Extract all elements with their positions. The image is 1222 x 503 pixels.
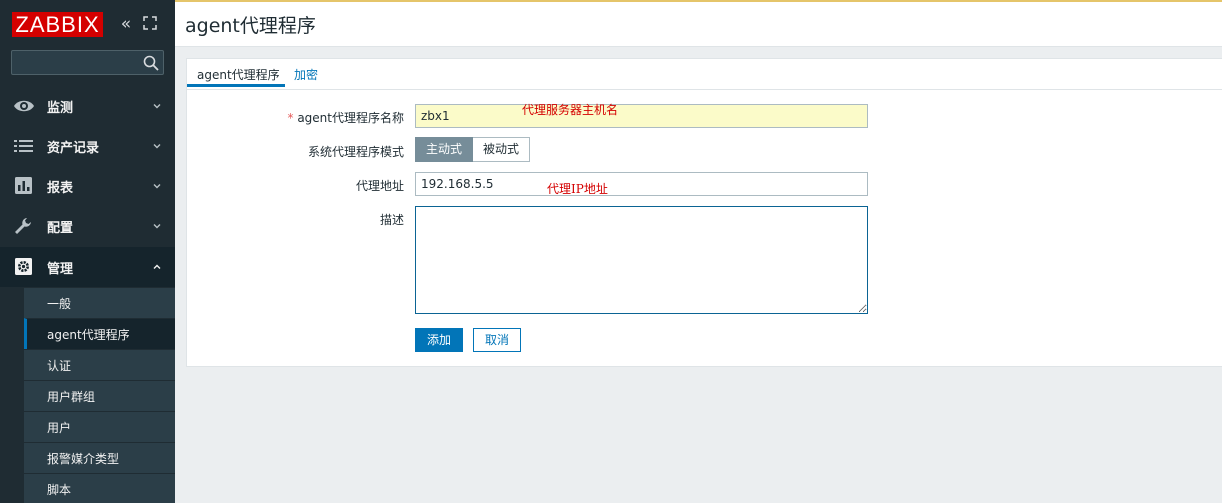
- menu-label: 配置: [47, 221, 74, 236]
- submenu-label: 用户: [47, 421, 72, 435]
- menu-item-administration[interactable]: 管理: [0, 247, 175, 287]
- add-button[interactable]: 添加: [415, 328, 463, 352]
- address-annotation: 代理IP地址: [547, 182, 608, 196]
- proxy-address-input[interactable]: [415, 172, 868, 196]
- sidebar: ZABBIX « 监测 资产记录 报表 配置 管理 一般 agent代理程序 认…: [0, 0, 175, 503]
- menu-label: 报表: [47, 181, 74, 196]
- chevron-down-icon: [153, 224, 161, 229]
- list-icon: [14, 140, 33, 152]
- page-title: agent代理程序: [185, 15, 316, 37]
- tab-bar: agent代理程序 加密: [187, 59, 1222, 90]
- gear-icon: [15, 258, 32, 275]
- search-input[interactable]: [16, 53, 136, 72]
- chevron-up-icon: [153, 264, 161, 269]
- search-icon[interactable]: [143, 55, 159, 71]
- submenu-label: 用户群组: [47, 390, 96, 404]
- submenu-item-proxies[interactable]: agent代理程序: [24, 318, 175, 349]
- tab-proxy[interactable]: agent代理程序: [187, 66, 285, 87]
- tab-encryption[interactable]: 加密: [294, 66, 318, 83]
- administration-submenu: 一般 agent代理程序 认证 用户群组 用户 报警媒介类型 脚本: [24, 287, 175, 503]
- menu-label: 管理: [47, 262, 74, 277]
- bar-chart-icon: [15, 177, 32, 194]
- proxy-name-label-text: agent代理程序名称: [297, 111, 404, 125]
- logo-row: ZABBIX «: [0, 0, 175, 48]
- cancel-button[interactable]: 取消: [473, 328, 521, 352]
- description-label: 描述: [379, 213, 404, 227]
- menu-item-configuration[interactable]: 配置: [0, 206, 175, 246]
- name-annotation: 代理服务器主机名: [522, 103, 619, 117]
- submenu-item-users[interactable]: 用户: [24, 411, 175, 442]
- menu-label: 资产记录: [47, 141, 100, 156]
- submenu-label: agent代理程序: [47, 328, 130, 342]
- submenu-item-media-types[interactable]: 报警媒介类型: [24, 442, 175, 473]
- mode-active-option[interactable]: 主动式: [415, 137, 474, 162]
- page-header: agent代理程序: [175, 0, 1222, 47]
- chevron-down-icon: [153, 184, 161, 189]
- submenu-item-authentication[interactable]: 认证: [24, 349, 175, 380]
- proxy-mode-label: 系统代理程序模式: [307, 145, 404, 159]
- submenu-label: 认证: [47, 359, 72, 373]
- proxy-name-label: * agent代理程序名称: [288, 109, 405, 126]
- zabbix-logo[interactable]: ZABBIX: [12, 12, 103, 37]
- chevron-down-icon: [153, 144, 161, 149]
- submenu-item-general[interactable]: 一般: [24, 287, 175, 318]
- wrench-icon: [15, 218, 31, 234]
- proxy-form-panel: agent代理程序 加密 * agent代理程序名称 系统代理程序模式 主动式 …: [186, 58, 1222, 367]
- menu-label: 监测: [47, 101, 74, 116]
- description-textarea[interactable]: [415, 206, 868, 314]
- submenu-item-user-groups[interactable]: 用户群组: [24, 380, 175, 411]
- submenu-item-scripts[interactable]: 脚本: [24, 473, 175, 503]
- proxy-mode-toggle: 主动式 被动式: [415, 137, 531, 162]
- submenu-label: 报警媒介类型: [47, 452, 120, 466]
- eye-icon: [14, 100, 34, 112]
- mode-passive-option[interactable]: 被动式: [473, 137, 531, 162]
- menu-item-inventory[interactable]: 资产记录: [0, 126, 175, 166]
- sidebar-search: [11, 50, 164, 75]
- submenu-label: 脚本: [47, 483, 72, 497]
- submenu-label: 一般: [47, 297, 72, 311]
- menu-item-reports[interactable]: 报表: [0, 166, 175, 206]
- menu-item-monitoring[interactable]: 监测: [0, 86, 175, 126]
- collapse-sidebar-icon[interactable]: «: [118, 15, 134, 33]
- chevron-down-icon: [153, 104, 161, 109]
- proxy-name-input[interactable]: [415, 104, 868, 128]
- required-mark: *: [287, 111, 294, 125]
- kiosk-mode-icon[interactable]: [143, 16, 157, 30]
- proxy-address-label: 代理地址: [355, 179, 404, 193]
